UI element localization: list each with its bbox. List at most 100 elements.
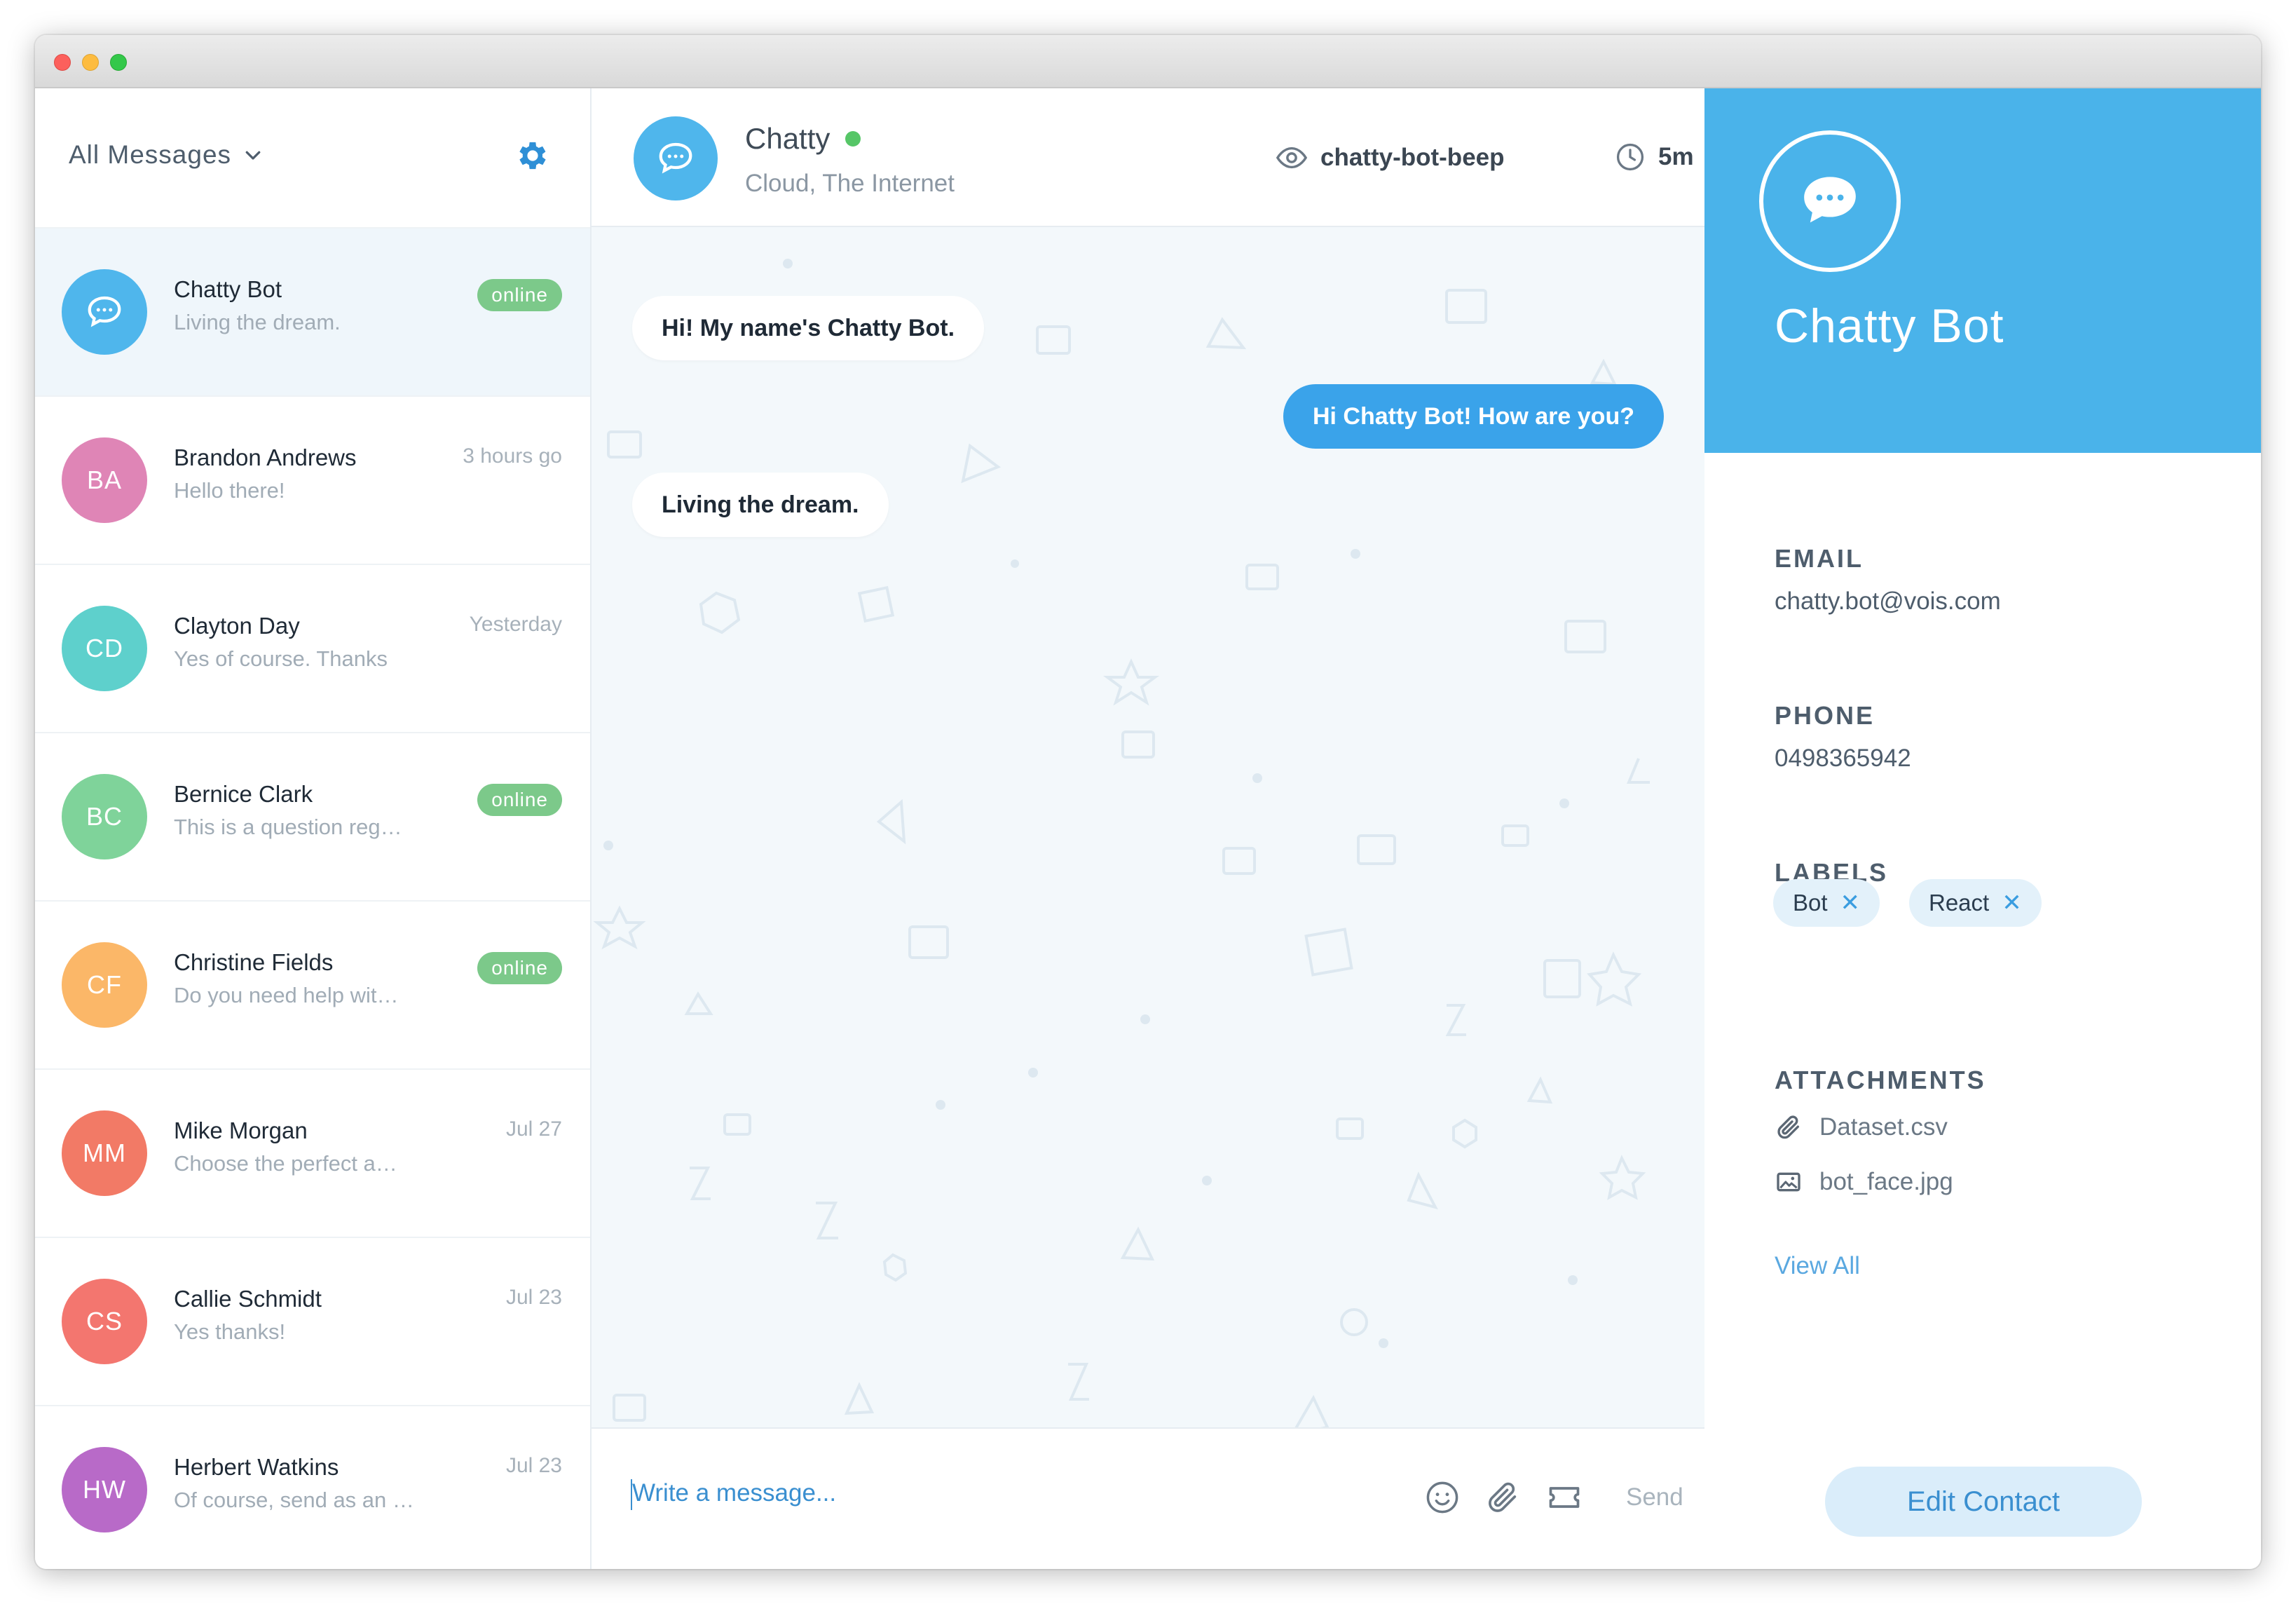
conversation-item[interactable]: HW Herbert Watkins Of course, send as an…	[35, 1405, 590, 1569]
label-tag-bot[interactable]: Bot ✕	[1773, 879, 1880, 927]
title-bar	[35, 35, 2261, 88]
chat-title-text: Chatty	[745, 122, 831, 155]
attachment-name: Dataset.csv	[1819, 1113, 1948, 1141]
conversation-item[interactable]: CF Christine Fields Do you need help wit…	[35, 900, 590, 1068]
conversation-name: Mike Morgan	[174, 1117, 308, 1143]
conversation-preview: Yes of course. Thanks	[174, 646, 388, 671]
conversation-preview: Hello there!	[174, 478, 285, 503]
avatar: MM	[62, 1110, 147, 1196]
conversation-item[interactable]: CD Clayton Day Yes of course. Thanks Yes…	[35, 564, 590, 732]
conversation-time: Jul 27	[505, 1117, 562, 1141]
conversation-preview: Yes thanks!	[174, 1319, 286, 1344]
chat-avatar	[634, 116, 718, 200]
chat-views-meta: chatty-bot-beep	[1276, 142, 1505, 174]
conversation-item[interactable]: MM Mike Morgan Choose the perfect a… Jul…	[35, 1068, 590, 1237]
avatar: CS	[62, 1279, 147, 1364]
close-window-button[interactable]	[54, 54, 71, 71]
chat-title: Chatty	[745, 122, 861, 156]
chat-bubble-icon	[88, 296, 121, 327]
avatar: BC	[62, 774, 147, 859]
conversation-preview: Do you need help wit…	[174, 983, 399, 1007]
conversation-preview: This is a question reg…	[174, 815, 402, 839]
send-button[interactable]: Send	[1626, 1483, 1683, 1511]
attachment-item[interactable]: Dataset.csv	[1775, 1113, 1948, 1141]
contact-panel: Chatty Bot EMAIL chatty.bot@vois.com PHO…	[1704, 88, 2261, 1569]
conversation-name: Chatty Bot	[174, 276, 282, 302]
conversation-item[interactable]: CS Callie Schmidt Yes thanks! Jul 23	[35, 1237, 590, 1405]
conversation-sidebar: All Messages Chatty Bot Living the dream…	[35, 88, 592, 1569]
conversation-name: Herbert Watkins	[174, 1454, 339, 1480]
conversation-item[interactable]: BC Bernice Clark This is a question reg……	[35, 732, 590, 900]
chat-bubble-icon	[659, 142, 692, 174]
remove-tag-icon[interactable]: ✕	[2002, 889, 2022, 917]
chat-panel: Chatty Cloud, The Internet chatty-bot-be…	[592, 88, 1704, 1569]
avatar: BA	[62, 437, 147, 523]
time-label: 5m	[1658, 143, 1694, 170]
conversation-time: Jul 23	[505, 1286, 562, 1309]
emoji-icon[interactable]	[1424, 1479, 1461, 1516]
conversation-name: Bernice Clark	[174, 781, 313, 807]
avatar: CF	[62, 942, 147, 1028]
contact-avatar	[1759, 130, 1901, 272]
online-badge: online	[477, 784, 562, 816]
message-filter-dropdown[interactable]: All Messages	[69, 140, 264, 170]
conversation-time: Jul 23	[505, 1454, 562, 1477]
attachment-item[interactable]: bot_face.jpg	[1775, 1168, 1953, 1196]
online-badge: online	[477, 952, 562, 984]
contact-name: Chatty Bot	[1775, 299, 2004, 353]
message-bubble-incoming: Hi! My name's Chatty Bot.	[632, 296, 985, 360]
sidebar-header: All Messages	[35, 88, 590, 227]
chat-header: Chatty Cloud, The Internet chatty-bot-be…	[592, 88, 1704, 227]
conversation-time: 3 hours go	[463, 444, 562, 468]
minimize-window-button[interactable]	[82, 54, 99, 71]
text-caret	[631, 1479, 632, 1510]
remove-tag-icon[interactable]: ✕	[1840, 889, 1861, 917]
paperclip-icon[interactable]	[1484, 1479, 1521, 1516]
avatar: CD	[62, 606, 147, 691]
message-area[interactable]: Hi! My name's Chatty Bot. Hi Chatty Bot!…	[592, 229, 1704, 1427]
label-tag-text: Bot	[1793, 890, 1828, 916]
edit-contact-button[interactable]: Edit Contact	[1825, 1467, 2142, 1537]
conversation-name: Christine Fields	[174, 949, 334, 975]
conversation-preview: Of course, send as an …	[174, 1488, 414, 1512]
zoom-window-button[interactable]	[110, 54, 127, 71]
views-label: chatty-bot-beep	[1320, 144, 1505, 171]
view-all-link[interactable]: View All	[1775, 1252, 1860, 1280]
chevron-down-icon	[245, 151, 261, 160]
contact-header: Chatty Bot	[1704, 88, 2261, 453]
conversation-name: Clayton Day	[174, 613, 300, 639]
chat-subtitle: Cloud, The Internet	[745, 170, 955, 197]
message-bubble-outgoing: Hi Chatty Bot! How are you?	[1283, 384, 1664, 449]
message-bubble-incoming: Living the dream.	[632, 473, 889, 537]
conversation-item[interactable]: BA Brandon Andrews Hello there! 3 hours …	[35, 395, 590, 564]
online-status-dot	[845, 131, 861, 147]
label-tag-text: React	[1929, 890, 1990, 916]
message-input[interactable]	[632, 1479, 1263, 1507]
message-composer: Send	[592, 1427, 1704, 1569]
attachments-label: ATTACHMENTS	[1775, 1066, 1986, 1094]
conversation-preview: Choose the perfect a…	[174, 1151, 397, 1176]
clock-icon	[1616, 143, 1644, 171]
avatar	[62, 269, 147, 355]
chat-bubble-icon	[1804, 177, 1856, 223]
email-label: EMAIL	[1775, 544, 1864, 573]
eye-icon	[1276, 147, 1308, 169]
chat-time-meta: 5m	[1615, 142, 1694, 172]
avatar: HW	[62, 1447, 147, 1532]
app-window: All Messages Chatty Bot Living the dream…	[35, 35, 2261, 1569]
phone-label: PHONE	[1775, 701, 1875, 730]
online-badge: online	[477, 279, 562, 311]
email-value[interactable]: chatty.bot@vois.com	[1775, 587, 2001, 616]
gear-icon[interactable]	[514, 137, 551, 174]
conversation-item[interactable]: Chatty Bot Living the dream. online	[35, 227, 590, 395]
ticket-icon[interactable]	[1546, 1479, 1583, 1516]
conversation-preview: Living the dream.	[174, 310, 341, 334]
paperclip-icon	[1777, 1115, 1799, 1139]
conversation-name: Callie Schmidt	[174, 1286, 322, 1312]
label-tag-react[interactable]: React ✕	[1909, 879, 2042, 927]
conversation-time: Yesterday	[469, 613, 562, 636]
message-filter-label: All Messages	[69, 140, 232, 169]
phone-value[interactable]: 0498365942	[1775, 745, 1911, 773]
attachment-name: bot_face.jpg	[1819, 1168, 1953, 1195]
conversation-name: Brandon Andrews	[174, 444, 357, 470]
